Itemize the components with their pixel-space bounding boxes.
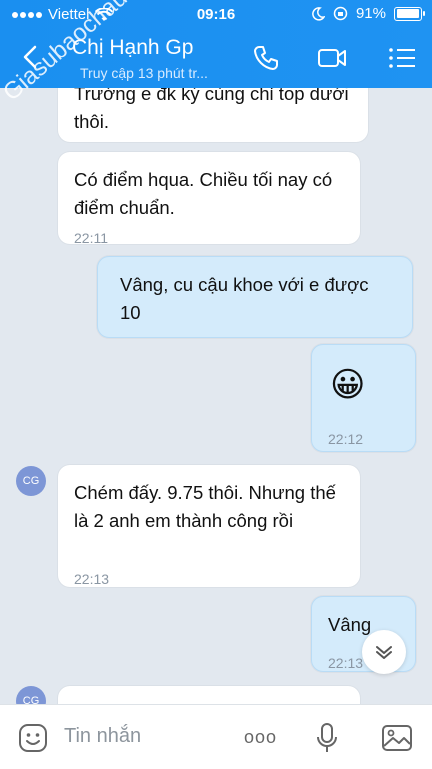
message-input-bar: Tin nhắn ooo xyxy=(0,704,432,769)
moon-icon xyxy=(312,6,325,21)
status-bar: Viettel 09:16 91% xyxy=(0,0,432,30)
message-text: Có điểm hqua. Chiều tối nay có điểm chuẩ… xyxy=(74,169,333,218)
chat-area[interactable]: Trường e đk ký cùng chỉ top dưới thôi. C… xyxy=(0,88,432,704)
message-bubble[interactable]: Chém đấy. 9.75 thôi. Nhưng thế là 2 anh … xyxy=(58,465,360,587)
scroll-down-button[interactable] xyxy=(362,630,406,674)
chevron-down-icon xyxy=(376,646,392,659)
image-icon[interactable] xyxy=(380,721,414,755)
message-bubble[interactable]: Trường e đk ký cùng chỉ top dưới thôi. xyxy=(58,88,368,142)
message-text: Vâng xyxy=(328,614,372,635)
avatar[interactable]: CG xyxy=(16,466,46,496)
message-bubble-me[interactable]: Vâng, cu cậu khoe với e được 10 xyxy=(97,256,413,338)
more-icon[interactable]: ooo xyxy=(244,727,277,748)
status-right: 91% xyxy=(311,5,425,22)
message-time: 22:11 xyxy=(74,230,108,246)
message-input[interactable]: Tin nhắn xyxy=(64,725,141,748)
battery-percent: 91% xyxy=(355,5,386,22)
avatar[interactable]: CG xyxy=(16,686,46,704)
microphone-icon[interactable] xyxy=(310,721,344,755)
message-bubble-me[interactable]: 😀 22:12 xyxy=(311,344,416,452)
emoji-grinning: 😀 xyxy=(330,366,366,404)
battery-icon xyxy=(394,6,425,21)
message-time: 22:12 xyxy=(328,431,364,447)
message-time: 22:13 xyxy=(328,655,364,671)
phone-icon[interactable] xyxy=(250,42,282,74)
message-time: 22:13 xyxy=(74,571,110,587)
lock-rotation-icon xyxy=(333,6,348,21)
message-text: Chém đấy. 9.75 thôi. Nhưng thế là 2 anh … xyxy=(74,482,336,531)
last-seen-status: Truy cập 13 phút tr... xyxy=(80,65,208,81)
menu-list-icon[interactable] xyxy=(386,42,418,74)
message-bubble[interactable] xyxy=(58,686,360,704)
emoji-icon[interactable] xyxy=(16,721,50,755)
message-bubble[interactable]: Có điểm hqua. Chiều tối nay có điểm chuẩ… xyxy=(58,152,360,246)
message-text: Vâng, cu cậu khoe với e được 10 xyxy=(120,274,369,323)
message-text: Trường e đk ký cùng chỉ top dưới thôi. xyxy=(74,88,349,132)
video-call-icon[interactable] xyxy=(316,42,348,74)
